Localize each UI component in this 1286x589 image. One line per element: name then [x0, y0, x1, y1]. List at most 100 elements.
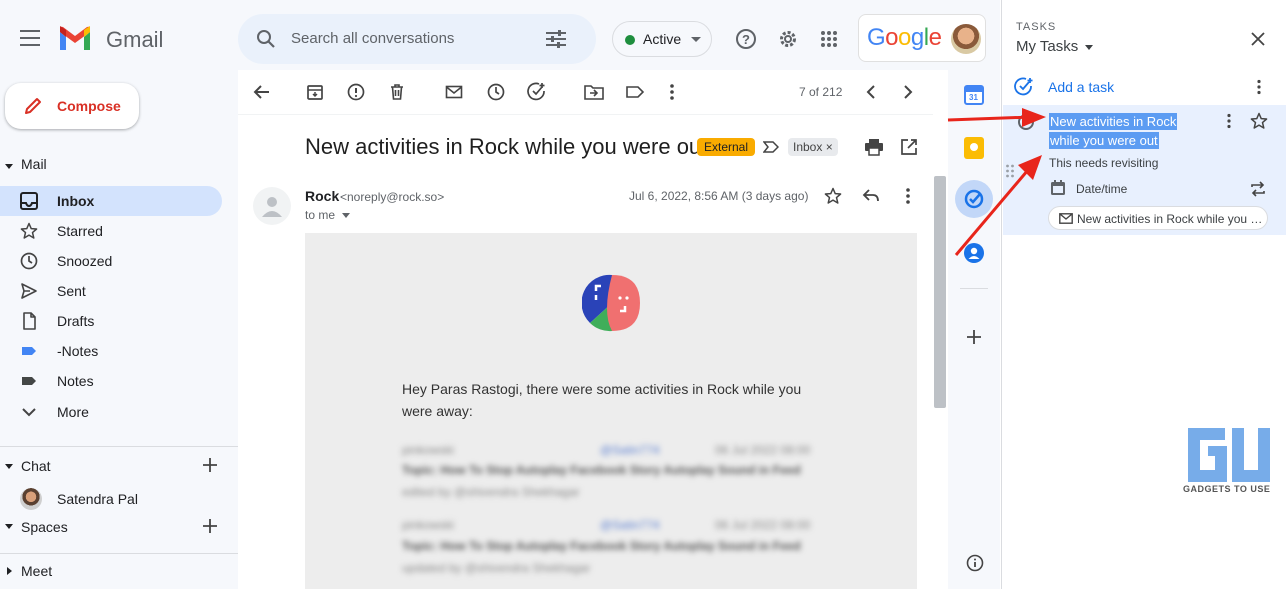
mark-unread-icon[interactable]	[442, 80, 466, 104]
divider	[0, 553, 238, 554]
chevron-down-icon	[5, 164, 13, 169]
status-selector[interactable]: Active	[612, 21, 712, 57]
tasks-more-vertical-icon[interactable]	[1250, 78, 1268, 96]
watermark-text: GADGETS TO USE	[1183, 484, 1271, 494]
task-options-vertical-icon[interactable]	[1221, 112, 1237, 130]
nav-item-sent[interactable]: Sent	[0, 276, 222, 306]
task-date-time-button[interactable]: Date/time	[1048, 179, 1248, 199]
annotation-arrow-line	[954, 169, 1030, 256]
task-details[interactable]: This needs revisiting	[1049, 156, 1158, 170]
chat-contact-name[interactable]: Satendra Pal	[57, 491, 138, 507]
apps-grid-icon[interactable]	[816, 26, 842, 52]
gadgets-to-use-watermark: GADGETS TO USE	[1180, 428, 1280, 498]
more-vertical-icon[interactable]	[660, 80, 684, 104]
compose-button[interactable]: Compose	[5, 83, 139, 129]
snooze-clock-icon[interactable]	[484, 80, 508, 104]
activity-date: 06 Jul 2022 08:00	[715, 518, 811, 532]
linked-email-chip[interactable]: New activities in Rock while you w...	[1048, 206, 1268, 230]
email-body: Hey Paras Rastogi, there were some activ…	[305, 233, 917, 589]
move-to-folder-icon[interactable]	[582, 80, 606, 104]
task-title-line: New activities in Rock	[1049, 113, 1178, 130]
divider	[0, 446, 238, 447]
activity-mention[interactable]: @Satin774	[600, 518, 660, 532]
contact-avatar[interactable]	[20, 488, 42, 510]
remove-label-icon[interactable]: ×	[826, 140, 833, 154]
nav-item-label: Notes	[57, 373, 94, 389]
info-icon[interactable]	[964, 552, 986, 574]
user-avatar[interactable]	[951, 24, 981, 54]
mail-small-icon	[1059, 213, 1073, 224]
nav-item-more[interactable]: More	[0, 397, 222, 427]
print-icon[interactable]	[862, 136, 886, 158]
add-chat-icon[interactable]	[200, 455, 220, 475]
nav-item-inbox[interactable]: Inbox	[0, 186, 222, 216]
gmail-logo-icon[interactable]	[58, 26, 92, 52]
nav-item-label: Starred	[57, 223, 103, 239]
email-date: Jul 6, 2022, 8:56 AM (3 days ago)	[629, 189, 809, 203]
search-icon[interactable]	[254, 27, 278, 51]
annotation-arrow-line	[947, 115, 1033, 122]
importance-marker-icon[interactable]	[762, 138, 780, 156]
archive-icon[interactable]	[303, 80, 327, 104]
task-title[interactable]: New activities in Rock while you were ou…	[1049, 112, 1209, 150]
inbox-icon	[20, 192, 40, 210]
star-message-icon[interactable]	[822, 185, 844, 207]
recipient-label[interactable]: to me	[305, 208, 335, 222]
rock-logo	[582, 273, 642, 333]
activity-author: pinkowski	[402, 443, 455, 457]
older-chevron-right-icon[interactable]	[896, 80, 920, 104]
recipient-details-chevron-icon[interactable]	[342, 213, 350, 218]
delete-icon[interactable]	[385, 80, 409, 104]
task-star-icon[interactable]	[1249, 111, 1269, 131]
external-badge: External	[697, 138, 756, 156]
status-label: Active	[643, 31, 682, 47]
add-space-icon[interactable]	[200, 516, 220, 536]
calendar-small-icon	[1050, 180, 1066, 196]
back-arrow-icon[interactable]	[250, 80, 274, 104]
open-new-window-icon[interactable]	[897, 136, 921, 158]
search-bar[interactable]: Search all conversations	[238, 14, 596, 64]
repeat-icon[interactable]	[1249, 180, 1267, 198]
search-options-icon[interactable]	[544, 27, 568, 51]
nav-item-label: -Notes	[57, 343, 99, 359]
task-list-selector[interactable]: My Tasks	[1016, 38, 1093, 56]
close-panel-icon[interactable]	[1248, 29, 1268, 49]
annotation-arrows	[947, 108, 1046, 256]
add-to-tasks-icon[interactable]	[525, 80, 549, 104]
nav-item-label: Inbox	[57, 193, 95, 209]
settings-gear-icon[interactable]	[775, 26, 801, 52]
task-list-name: My Tasks	[1016, 38, 1079, 55]
google-logo-letter: G	[867, 24, 886, 51]
main-menu-icon[interactable]	[18, 26, 42, 50]
account-switcher[interactable]: Google	[858, 14, 986, 62]
nav-item-notes[interactable]: Notes	[0, 366, 222, 396]
annotation-arrowhead	[1022, 108, 1046, 127]
activity-title[interactable]: Topic: How To Stop Autoplay Facebook Sto…	[402, 539, 822, 553]
chevron-right-icon	[7, 567, 12, 575]
report-spam-icon[interactable]	[344, 80, 368, 104]
message-more-vertical-icon[interactable]	[897, 185, 919, 207]
help-icon[interactable]: ?	[733, 26, 759, 52]
nav-item-notes-dash[interactable]: -Notes	[0, 336, 222, 366]
star-icon	[20, 222, 40, 240]
nav-item-starred[interactable]: Starred	[0, 216, 222, 246]
activity-title[interactable]: Topic: How To Stop Autoplay Facebook Sto…	[402, 463, 822, 477]
search-input[interactable]: Search all conversations	[291, 30, 454, 47]
activity-date: 06 Jul 2022 08:00	[715, 443, 811, 457]
reply-icon[interactable]	[860, 185, 882, 207]
spaces-section-label: Spaces	[21, 519, 68, 535]
add-task-icon	[1014, 77, 1034, 97]
activity-subtitle: updated by @shivendra Shekhagar	[402, 561, 591, 575]
sender-avatar[interactable]	[253, 187, 291, 225]
label-tag-icon[interactable]	[623, 80, 647, 104]
inbox-label-chip[interactable]: Inbox ×	[788, 138, 838, 156]
nav-item-snoozed[interactable]: Snoozed	[0, 246, 222, 276]
nav-item-label: Drafts	[57, 313, 95, 329]
activity-mention[interactable]: @Satin774	[600, 443, 660, 457]
nav-item-drafts[interactable]: Drafts	[0, 306, 222, 336]
get-addons-plus-icon[interactable]	[964, 327, 984, 347]
activity-subtitle: edited by @shivendra Shekhagar	[402, 485, 580, 499]
email-greeting: Hey Paras Rastogi, there were some activ…	[402, 381, 802, 419]
newer-chevron-left-icon[interactable]	[859, 80, 883, 104]
app-name: Gmail	[106, 27, 164, 52]
